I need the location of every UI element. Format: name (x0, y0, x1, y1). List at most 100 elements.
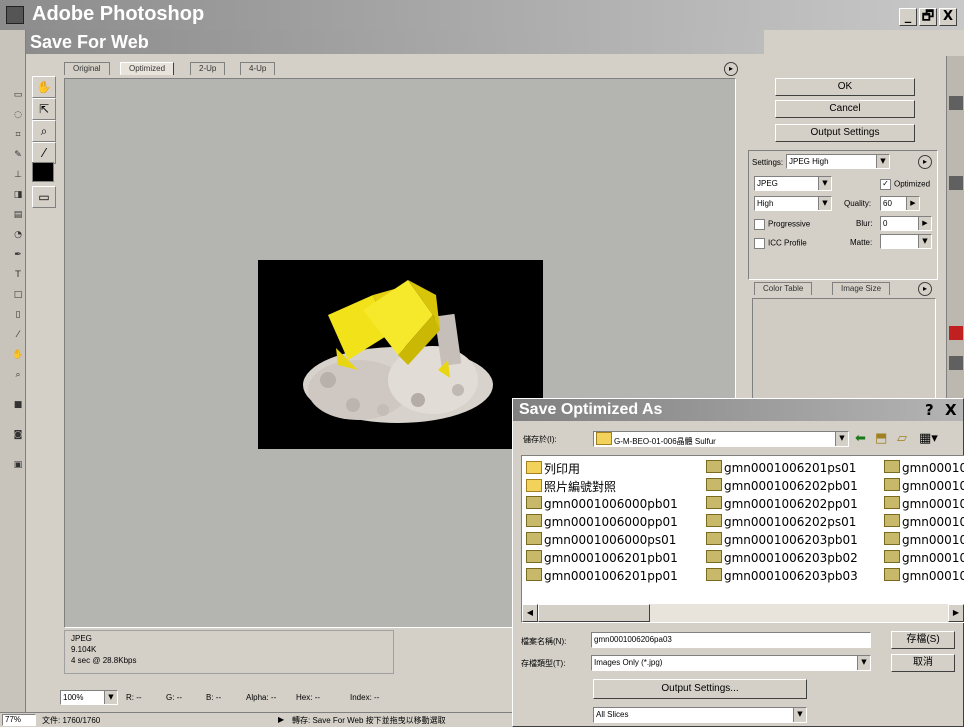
list-item[interactable]: gmn0001006201ps01 (706, 460, 856, 478)
tab-2-up[interactable]: 2-Up (190, 62, 226, 75)
brush-tool-icon[interactable]: ✎ (10, 150, 26, 164)
zoom-level-select[interactable]: 100% ▼ (60, 690, 118, 705)
icc-profile-label: ICC Profile (768, 238, 807, 248)
list-item[interactable]: gmn000100 (884, 532, 964, 550)
tab-4-up[interactable]: 4-Up (240, 62, 276, 75)
list-item[interactable]: gmn0001006000pp01 (526, 514, 678, 532)
matte-select[interactable]: ▼ (880, 234, 932, 249)
dialog-output-settings-button[interactable]: Output Settings... (593, 679, 807, 699)
optimized-checkbox[interactable]: ✓ Optimized (880, 179, 930, 190)
new-folder-icon[interactable]: ▱ (897, 431, 907, 446)
list-item[interactable]: gmn000100 (884, 550, 964, 568)
output-settings-button[interactable]: Output Settings (775, 124, 915, 142)
shape-tool-icon[interactable]: □ (10, 290, 26, 304)
close-button[interactable]: X (939, 8, 957, 26)
screen-mode-icon[interactable]: ▣ (10, 460, 26, 474)
file-list[interactable]: 列印用 照片編號對照 gmn0001006000pb01 gmn00010060… (521, 455, 964, 623)
scrollbar-thumb[interactable] (538, 604, 650, 622)
eyedropper-color-swatch[interactable] (32, 162, 54, 182)
dialog-title: Save Optimized As (519, 401, 663, 418)
cancel-button[interactable]: Cancel (775, 100, 915, 118)
list-item[interactable]: gmn0001006202pp01 (706, 496, 858, 514)
minimize-button[interactable]: _ (899, 8, 917, 26)
eraser-tool-icon[interactable]: ◨ (10, 190, 26, 204)
notes-tool-icon[interactable]: ▯ (10, 310, 26, 324)
tab-original[interactable]: Original (64, 62, 110, 75)
hand-tool-icon[interactable]: ✋ (10, 350, 26, 364)
list-item[interactable]: gmn0001006202ps01 (706, 514, 856, 532)
progressive-checkbox[interactable]: Progressive (754, 219, 810, 230)
file-name: gmn0001006201pp01 (544, 569, 678, 583)
toggle-slices-icon[interactable]: ▭ (32, 186, 56, 208)
status-arrow-icon[interactable]: ▶ (278, 715, 284, 724)
lasso-tool-icon[interactable]: ◌ (10, 110, 26, 124)
readout-g: G: -- (166, 693, 182, 702)
list-item[interactable]: gmn000100 (884, 496, 964, 514)
tab-color-table[interactable]: Color Table (754, 282, 813, 295)
settings-preset-select[interactable]: JPEG High ▼ (786, 154, 890, 169)
up-folder-icon[interactable]: ⬒ (875, 431, 887, 446)
slices-select[interactable]: All Slices ▼ (593, 707, 807, 723)
pen-tool-icon[interactable]: ✒ (10, 250, 26, 264)
list-item[interactable]: gmn0001006203pb01 (706, 532, 858, 550)
format-select[interactable]: JPEG ▼ (754, 176, 832, 191)
list-item[interactable]: gmn000100 (884, 514, 964, 532)
icc-profile-checkbox[interactable]: ICC Profile (754, 238, 807, 249)
save-in-value: G-M-BEO-01-006晶體 Sulfur (614, 437, 716, 446)
eyedropper-tool-icon[interactable]: ⁄ (10, 330, 26, 344)
blur-input[interactable]: 0 ▶ (880, 216, 932, 231)
marquee-tool-icon[interactable]: ▭ (10, 90, 26, 104)
horizontal-scrollbar[interactable]: ◀ ▶ (522, 604, 964, 622)
dodge-tool-icon[interactable]: ◔ (10, 230, 26, 244)
scroll-left-icon[interactable]: ◀ (522, 604, 538, 622)
quickmask-icon[interactable]: ◙ (10, 430, 26, 444)
list-item[interactable]: 列印用 (526, 460, 580, 478)
chevron-down-icon: ▼ (918, 235, 931, 248)
zoom-tool-icon[interactable]: ⌕ (10, 370, 26, 384)
crop-tool-icon[interactable]: ⌗ (10, 130, 26, 144)
list-item[interactable]: gmn000100 (884, 568, 964, 586)
filename-input[interactable]: gmn0001006206pa03 (591, 632, 871, 648)
save-in-select[interactable]: G-M-BEO-01-006晶體 Sulfur ▼ (593, 431, 849, 447)
quality-input[interactable]: 60 ▶ (880, 196, 920, 211)
list-item[interactable]: gmn0001006203pb03 (706, 568, 858, 586)
list-item[interactable]: gmn0001006201pb01 (526, 550, 678, 568)
dialog-cancel-button[interactable]: 取消 (891, 654, 955, 672)
hand-icon[interactable]: ✋ (32, 76, 56, 98)
matte-label: Matte: (850, 238, 873, 247)
filetype-value: Images Only (*.jpg) (594, 658, 663, 667)
settings-menu-icon[interactable]: ▸ (918, 155, 932, 169)
save-button[interactable]: 存檔(S) (891, 631, 955, 649)
slice-select-icon[interactable]: ⇱ (32, 98, 56, 120)
status-zoom[interactable]: 77% (2, 714, 36, 726)
eyedropper-icon[interactable]: ⁄ (32, 142, 56, 164)
preview-menu-icon[interactable]: ▸ (724, 62, 738, 76)
gradient-tool-icon[interactable]: ▤ (10, 210, 26, 224)
color-swatch-icon[interactable]: ■ (10, 400, 26, 414)
help-button[interactable]: ? (925, 401, 934, 419)
zoom-icon[interactable]: ⌕ (32, 120, 56, 142)
scroll-right-icon[interactable]: ▶ (948, 604, 964, 622)
back-icon[interactable]: ⬅ (855, 431, 866, 446)
list-item[interactable]: gmn0001006202pb01 (706, 478, 858, 496)
list-item[interactable]: gmn0001006000ps01 (526, 532, 676, 550)
list-item[interactable]: 照片編號對照 (526, 478, 616, 496)
color-table-menu-icon[interactable]: ▸ (918, 282, 932, 296)
list-item[interactable]: gmn0001006000pb01 (526, 496, 678, 514)
filetype-select[interactable]: Images Only (*.jpg) ▼ (591, 655, 871, 671)
type-tool-icon[interactable]: T (10, 270, 26, 284)
tab-image-size[interactable]: Image Size (832, 282, 891, 295)
app-title-bar: Adobe Photoshop _ 🗗 X (0, 0, 964, 30)
quality-preset-select[interactable]: High ▼ (754, 196, 832, 211)
list-item[interactable]: gmn0001006203pb02 (706, 550, 858, 568)
quality-label: Quality: (844, 199, 872, 208)
tab-optimized[interactable]: Optimized (120, 62, 175, 75)
list-item[interactable]: gmn000100 (884, 478, 964, 496)
ok-button[interactable]: OK (775, 78, 915, 96)
list-item[interactable]: gmn000100 (884, 460, 964, 478)
stamp-tool-icon[interactable]: ⊥ (10, 170, 26, 184)
list-item[interactable]: gmn0001006201pp01 (526, 568, 678, 586)
dialog-close-button[interactable]: X (945, 401, 957, 419)
restore-button[interactable]: 🗗 (919, 8, 937, 26)
view-menu-icon[interactable]: ▦▾ (919, 431, 938, 446)
